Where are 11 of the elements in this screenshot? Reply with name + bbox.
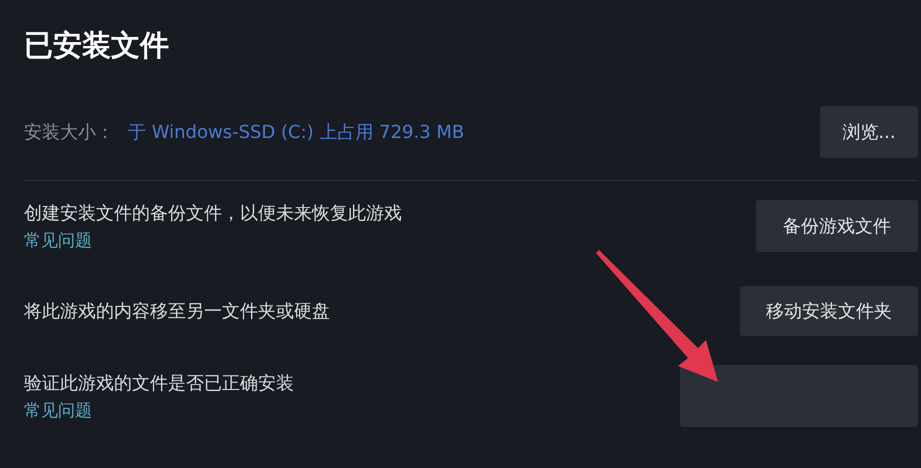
action-description: 创建安装文件的备份文件，以便未来恢复此游戏	[24, 202, 402, 224]
browse-button[interactable]: 浏览...	[820, 106, 918, 158]
action-button[interactable]: 移动安装文件夹	[740, 286, 918, 336]
action-description: 将此游戏的内容移至另一文件夹或硬盘	[24, 300, 330, 323]
install-size-label: 安装大小：	[24, 121, 114, 144]
faq-link[interactable]: 常见问题	[24, 228, 402, 252]
action-description: 验证此游戏的文件是否已正确安装	[24, 372, 294, 394]
faq-link[interactable]: 常见问题	[24, 398, 294, 422]
action-button[interactable]: 备份游戏文件	[756, 200, 918, 252]
install-size-value: 于 Windows-SSD (C:) 上占用 729.3 MB	[128, 121, 464, 144]
page-title: 已安装文件	[24, 27, 170, 64]
